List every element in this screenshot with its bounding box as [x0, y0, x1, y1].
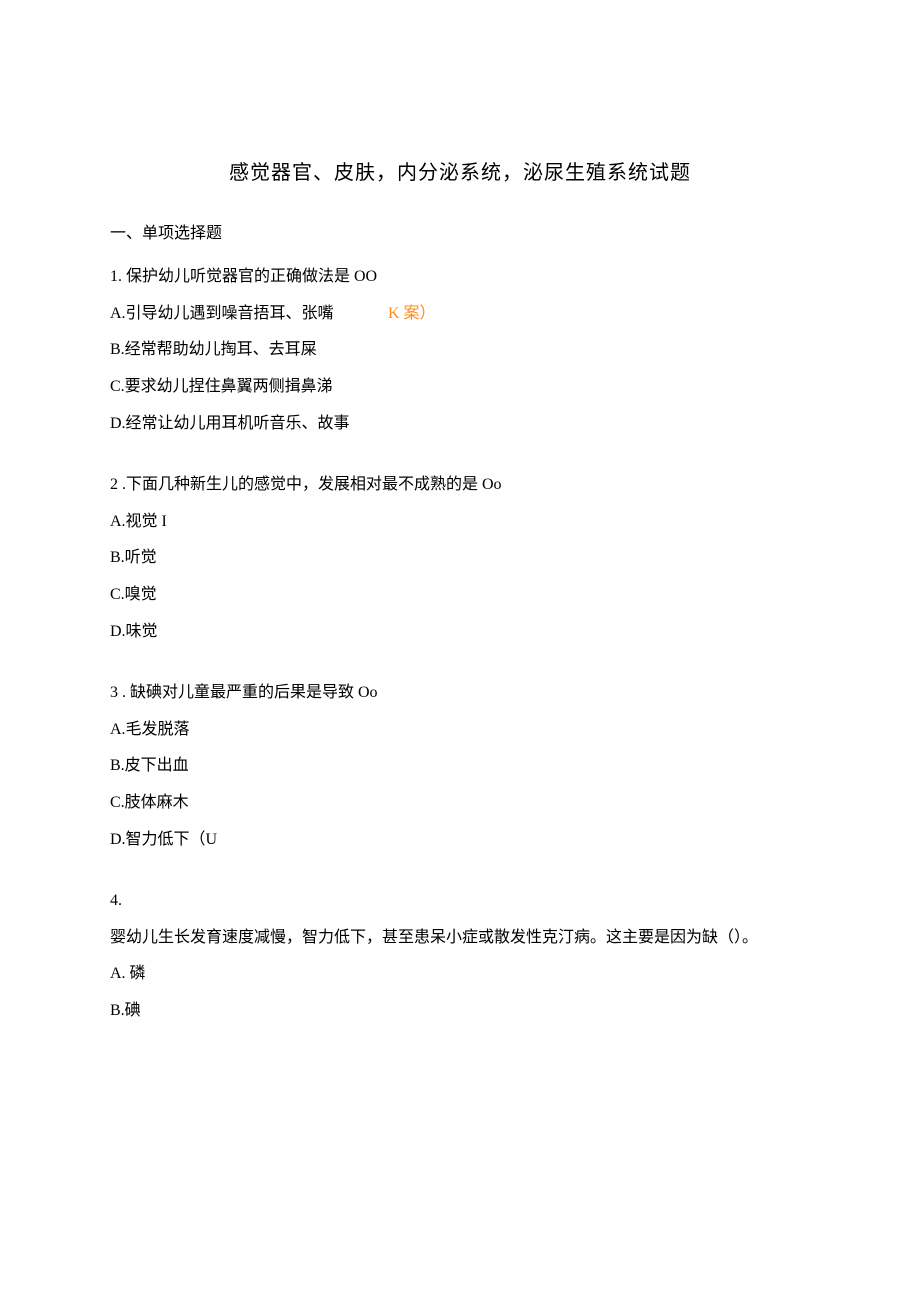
document-page: 感觉器官、皮肤，内分泌系统，泌尿生殖系统试题 一、单项选择题 1. 保护幼儿听觉…: [0, 0, 920, 1030]
q3-option-d: D.智力低下（U: [110, 822, 810, 859]
q1-option-b: B.经常帮助幼儿掏耳、去耳屎: [110, 332, 810, 369]
q3-stem: 3 . 缺碘对儿童最严重的后果是导致 Oo: [110, 675, 810, 712]
q3-option-a: A.毛发脱落: [110, 712, 810, 749]
spacer: [110, 443, 810, 461]
q3-option-b: B.皮下出血: [110, 748, 810, 785]
q1-option-a: A.引导幼儿遇到噪音捂耳、张嘴: [110, 296, 384, 333]
q2-option-d: D.味觉: [110, 614, 810, 651]
q4-stem: 婴幼儿生长发育速度减慢，智力低下，甚至患呆小症或散发性克汀病。这主要是因为缺（）…: [110, 920, 810, 957]
q4-option-a: A. 磷: [110, 956, 810, 993]
q1-stem: 1. 保护幼儿听觉器官的正确做法是 OO: [110, 259, 810, 296]
q4-number: 4.: [110, 883, 810, 920]
section-header: 一、单项选择题: [110, 216, 810, 253]
q1-option-a-row: A.引导幼儿遇到噪音捂耳、张嘴 K 案）: [110, 296, 810, 333]
document-title: 感觉器官、皮肤，内分泌系统，泌尿生殖系统试题: [110, 150, 810, 196]
q2-option-c: C.嗅觉: [110, 577, 810, 614]
q3-option-c: C.肢体麻木: [110, 785, 810, 822]
spacer: [110, 651, 810, 669]
q4-option-b: B.碘: [110, 993, 810, 1030]
q2-option-b: B.听觉: [110, 540, 810, 577]
q2-option-a: A.视觉 I: [110, 504, 810, 541]
spacer: [110, 859, 810, 877]
q1-answer-hint: K 案）: [388, 296, 436, 333]
q1-option-d: D.经常让幼儿用耳机听音乐、故事: [110, 406, 810, 443]
q1-option-c: C.要求幼儿捏住鼻翼两侧揖鼻涕: [110, 369, 810, 406]
q2-stem: 2 .下面几种新生儿的感觉中，发展相对最不成熟的是 Oo: [110, 467, 810, 504]
